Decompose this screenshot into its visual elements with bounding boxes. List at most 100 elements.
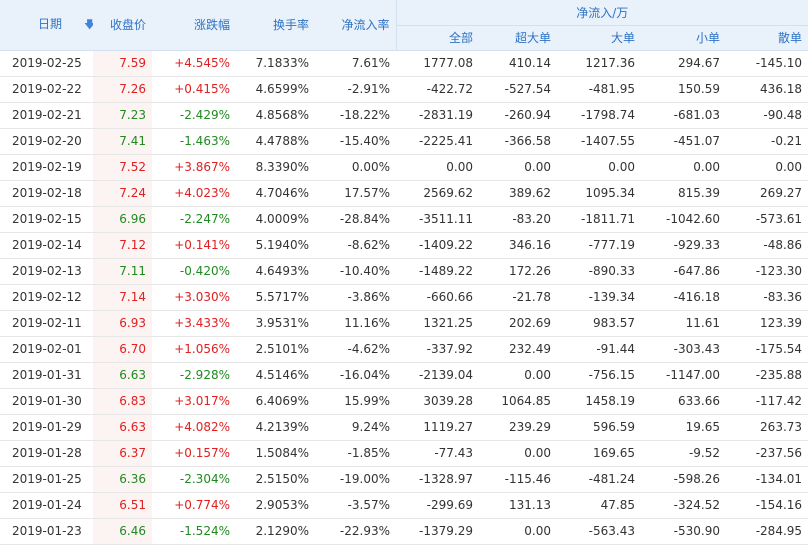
- cell-net-large: 169.65: [557, 440, 641, 467]
- cell-change: +0.774%: [152, 492, 238, 519]
- column-header-net-inflow-rate[interactable]: 净流入率: [317, 0, 396, 51]
- cell-net-all: -660.66: [396, 284, 479, 311]
- cell-change: +0.141%: [152, 232, 238, 259]
- cell-change: -2.304%: [152, 466, 238, 493]
- cell-net-large: -756.15: [557, 362, 641, 389]
- cell-turnover: 4.6599%: [238, 76, 317, 103]
- cell-net-super-large: -260.94: [479, 102, 557, 129]
- arrow-down-icon[interactable]: 🡇: [84, 16, 93, 35]
- cell-net-all: -1379.29: [396, 518, 479, 545]
- cell-net-super-large: 0.00: [479, 362, 557, 389]
- table-row: 2019-01-28 6.37 +0.157% 1.5084% -1.85% -77.43…: [0, 440, 808, 467]
- cell-close: 6.46: [93, 518, 152, 545]
- cell-net-small: 294.67: [641, 50, 726, 77]
- cell-date: 2019-02-22: [0, 76, 93, 103]
- date-header-label: 日期: [38, 16, 63, 31]
- cell-net-large: 1095.34: [557, 180, 641, 207]
- cell-turnover: 7.1833%: [238, 50, 317, 77]
- column-header-turnover[interactable]: 换手率: [238, 0, 317, 51]
- cell-turnover: 2.5101%: [238, 336, 317, 363]
- cell-net-all: -1328.97: [396, 466, 479, 493]
- cell-date: 2019-02-20: [0, 128, 93, 155]
- table-row: 2019-02-22 7.26 +0.415% 4.6599% -2.91% -422.7…: [0, 76, 808, 103]
- cell-date: 2019-01-28: [0, 440, 93, 467]
- table-row: 2019-01-31 6.63 -2.928% 4.5146% -16.04% -2139…: [0, 362, 808, 389]
- cell-net-small: 150.59: [641, 76, 726, 103]
- cell-net-super-large: -83.20: [479, 206, 557, 233]
- cell-net-small: -416.18: [641, 284, 726, 311]
- cell-date: 2019-02-12: [0, 284, 93, 311]
- cell-net-large: -1798.74: [557, 102, 641, 129]
- cell-net-large: -890.33: [557, 258, 641, 285]
- cell-net-all: -337.92: [396, 336, 479, 363]
- cell-net-large: -481.95: [557, 76, 641, 103]
- cell-net-inflow-rate: -18.22%: [317, 102, 396, 129]
- cell-net-super-large: -527.54: [479, 76, 557, 103]
- cell-net-super-large: 239.29: [479, 414, 557, 441]
- cell-turnover: 2.5150%: [238, 466, 317, 493]
- cell-net-inflow-rate: -16.04%: [317, 362, 396, 389]
- cell-net-all: -422.72: [396, 76, 479, 103]
- cell-close: 7.11: [93, 258, 152, 285]
- cell-change: -1.463%: [152, 128, 238, 155]
- column-header-super-large[interactable]: 超大单: [479, 25, 557, 51]
- column-header-large[interactable]: 大单: [557, 25, 641, 51]
- column-header-date[interactable]: 日期 🡇: [0, 0, 93, 51]
- cell-change: -2.928%: [152, 362, 238, 389]
- column-header-small[interactable]: 小单: [641, 25, 726, 51]
- cell-net-all: 1777.08: [396, 50, 479, 77]
- cell-net-large: 596.59: [557, 414, 641, 441]
- cell-net-small: 815.39: [641, 180, 726, 207]
- cell-turnover: 5.1940%: [238, 232, 317, 259]
- cell-date: 2019-02-25: [0, 50, 93, 77]
- table-row: 2019-02-13 7.11 -0.420% 4.6493% -10.40% -1489…: [0, 258, 808, 285]
- cell-date: 2019-01-29: [0, 414, 93, 441]
- cell-net-all: -77.43: [396, 440, 479, 467]
- cell-net-super-large: -21.78: [479, 284, 557, 311]
- cell-net-large: 1458.19: [557, 388, 641, 415]
- table-row: 2019-02-20 7.41 -1.463% 4.4788% -15.40% -2225…: [0, 128, 808, 155]
- cell-net-all: 2569.62: [396, 180, 479, 207]
- cell-net-super-large: 202.69: [479, 310, 557, 337]
- cell-net-all: 1119.27: [396, 414, 479, 441]
- cell-net-small: 19.65: [641, 414, 726, 441]
- cell-net-super-large: 131.13: [479, 492, 557, 519]
- cell-net-large: -563.43: [557, 518, 641, 545]
- column-group-net-inflow: 净流入/万: [395, 0, 808, 26]
- column-header-close[interactable]: 收盘价: [93, 0, 152, 51]
- cell-net-small: -681.03: [641, 102, 726, 129]
- cell-net-retail: 436.18: [726, 76, 808, 103]
- cell-net-inflow-rate: 17.57%: [317, 180, 396, 207]
- table-row: 2019-01-25 6.36 -2.304% 2.5150% -19.00% -1328…: [0, 466, 808, 493]
- cell-net-inflow-rate: -1.85%: [317, 440, 396, 467]
- cell-net-super-large: 172.26: [479, 258, 557, 285]
- cell-change: +3.433%: [152, 310, 238, 337]
- cell-close: 6.96: [93, 206, 152, 233]
- table-row: 2019-02-15 6.96 -2.247% 4.0009% -28.84% -3511…: [0, 206, 808, 233]
- cell-net-inflow-rate: 9.24%: [317, 414, 396, 441]
- column-header-retail[interactable]: 散单: [726, 25, 808, 51]
- cell-close: 6.36: [93, 466, 152, 493]
- cell-date: 2019-02-14: [0, 232, 93, 259]
- cell-net-small: -451.07: [641, 128, 726, 155]
- cell-net-retail: -145.10: [726, 50, 808, 77]
- cell-date: 2019-01-31: [0, 362, 93, 389]
- column-header-all[interactable]: 全部: [395, 25, 479, 51]
- cell-change: +3.867%: [152, 154, 238, 181]
- cell-turnover: 4.8568%: [238, 102, 317, 129]
- cell-close: 7.52: [93, 154, 152, 181]
- cell-change: -0.420%: [152, 258, 238, 285]
- cell-net-large: 983.57: [557, 310, 641, 337]
- cell-turnover: 6.4069%: [238, 388, 317, 415]
- cell-close: 6.51: [93, 492, 152, 519]
- table-row: 2019-01-23 6.46 -1.524% 2.1290% -22.93% -1379…: [0, 518, 808, 545]
- cell-close: 6.83: [93, 388, 152, 415]
- cell-close: 7.59: [93, 50, 152, 77]
- cell-net-all: 3039.28: [396, 388, 479, 415]
- cell-net-all: -2225.41: [396, 128, 479, 155]
- cell-net-retail: -83.36: [726, 284, 808, 311]
- column-header-change[interactable]: 涨跌幅: [152, 0, 238, 51]
- cell-turnover: 4.6493%: [238, 258, 317, 285]
- cell-date: 2019-01-23: [0, 518, 93, 545]
- cell-net-inflow-rate: 7.61%: [317, 50, 396, 77]
